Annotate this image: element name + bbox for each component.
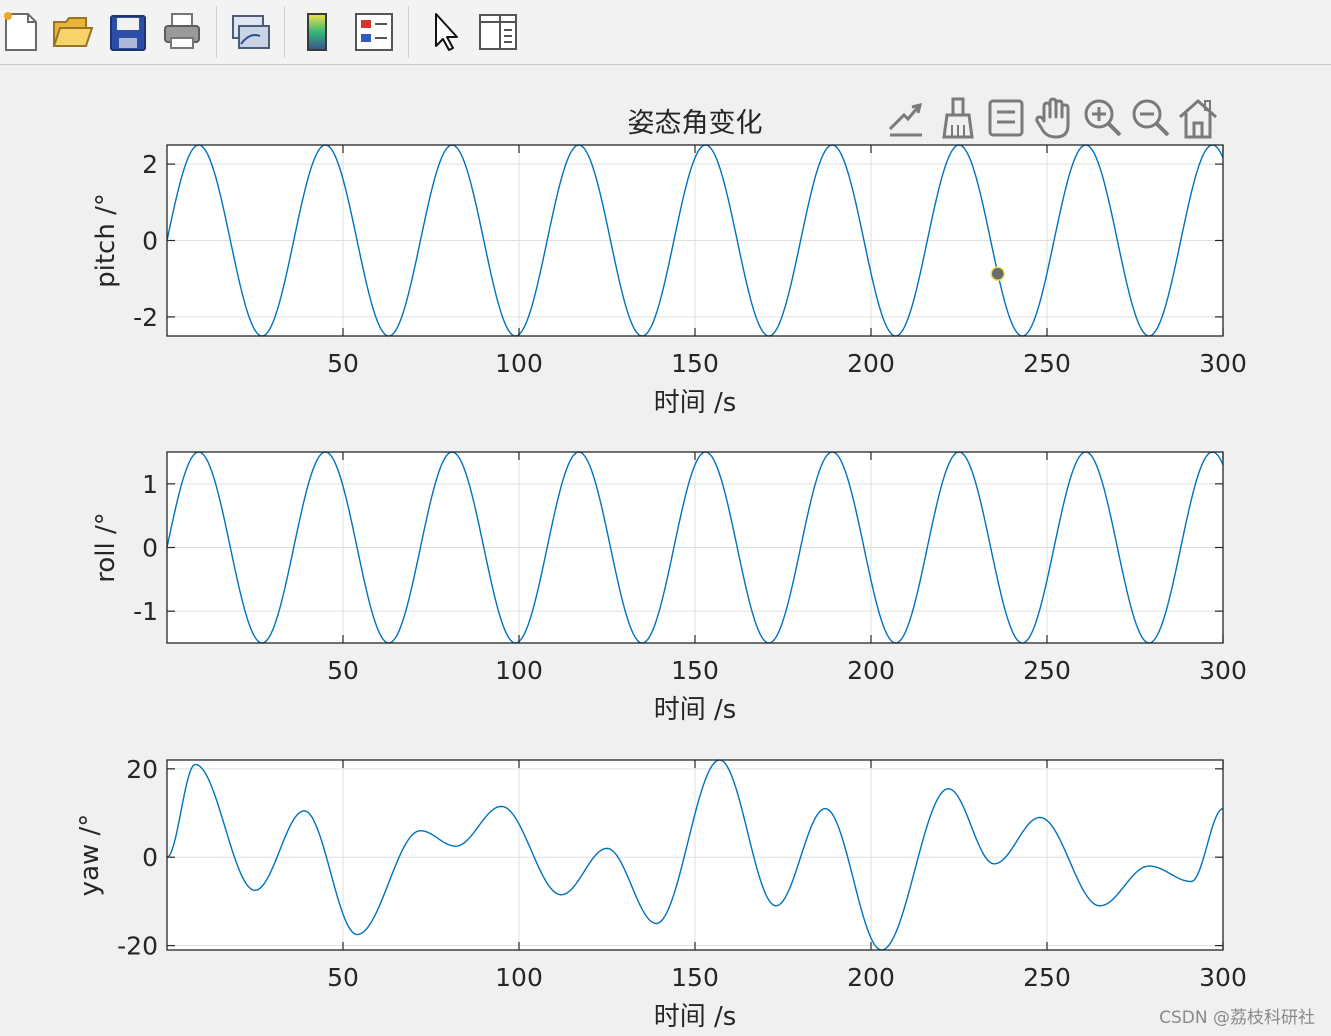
brush-button[interactable] [936, 95, 980, 141]
plot-title: 姿态角变化 [628, 108, 763, 139]
y-tick-label: 1 [142, 470, 158, 499]
pan-hand-icon [1035, 97, 1070, 139]
x-tick-label: 300 [1199, 963, 1247, 992]
x-axis-label: 时间 /s [654, 695, 737, 725]
open-file-icon [52, 17, 94, 47]
x-tick-label: 200 [847, 349, 895, 378]
new-figure-icon [4, 12, 37, 51]
brush-icon [942, 97, 974, 139]
axes-toolbar [884, 95, 1224, 143]
new-figure-button[interactable] [0, 6, 44, 56]
toolbar-separator [408, 6, 409, 58]
y-tick-label: -20 [117, 932, 158, 961]
edit-plot-button[interactable] [424, 6, 468, 56]
x-tick-label: 300 [1199, 656, 1247, 685]
x-tick-label: 50 [327, 349, 359, 378]
zoom-in-button[interactable] [1080, 95, 1124, 141]
x-tick-label: 150 [671, 349, 719, 378]
export-icon [888, 102, 923, 137]
x-axis-label: 时间 /s [654, 1002, 737, 1032]
zoom-out-icon [1132, 99, 1170, 137]
x-tick-label: 250 [1023, 349, 1071, 378]
x-tick-label: 300 [1199, 349, 1247, 378]
y-tick-label: 0 [142, 534, 158, 563]
insert-colorbar-button[interactable] [296, 6, 340, 56]
x-tick-label: 100 [495, 656, 543, 685]
figure-toolbar [0, 0, 1331, 65]
x-tick-label: 100 [495, 349, 543, 378]
x-tick-label: 150 [671, 656, 719, 685]
subplots: 50 100 150 200 250 300-202时间 /spitch /°姿态角变化5… [75, 108, 1247, 1032]
property-inspector-icon [479, 14, 517, 50]
toolbar-separator [216, 6, 217, 58]
export-button[interactable] [884, 95, 928, 141]
y-tick-label: 0 [142, 843, 158, 872]
insert-legend-button[interactable] [352, 6, 396, 56]
x-tick-label: 200 [847, 656, 895, 685]
y-tick-label: -1 [133, 597, 158, 626]
y-tick-label: -2 [133, 303, 158, 332]
restore-view-button[interactable] [1176, 95, 1220, 141]
restore-view-home-icon [1179, 99, 1217, 139]
x-tick-label: 250 [1023, 656, 1071, 685]
print-icon [164, 13, 200, 49]
link-plot-icon [232, 15, 270, 49]
toolbar-separator [284, 6, 285, 58]
x-tick-label: 50 [327, 656, 359, 685]
x-tick-label: 50 [327, 963, 359, 992]
figure-canvas: 50 100 150 200 250 300 -2 0 2 时间 /s pitch /° 姿态角变化 5… [0, 65, 1331, 1036]
legend-icon [355, 13, 393, 51]
y-axis-label: roll /° [91, 512, 121, 583]
save-icon [110, 15, 146, 51]
zoom-out-button[interactable] [1128, 95, 1172, 141]
y-axis-label: yaw /° [75, 814, 105, 897]
save-button[interactable] [106, 6, 150, 56]
data-tip-marker[interactable] [990, 266, 1005, 281]
x-tick-label: 150 [671, 963, 719, 992]
open-file-button[interactable] [50, 6, 94, 56]
x-axis-label: 时间 /s [654, 388, 737, 418]
pan-button[interactable] [1032, 95, 1076, 141]
link-plot-button[interactable] [228, 6, 272, 56]
y-axis-label: pitch /° [91, 193, 121, 288]
x-tick-label: 200 [847, 963, 895, 992]
x-tick-label: 100 [495, 963, 543, 992]
y-tick-label: 20 [126, 755, 158, 784]
data-tips-icon [988, 99, 1024, 137]
watermark: CSDN @荔枝科研社 [1159, 1008, 1315, 1028]
y-tick-label: 2 [142, 150, 158, 179]
data-tips-button[interactable] [984, 95, 1028, 141]
colorbar-icon [307, 13, 327, 51]
zoom-in-icon [1084, 99, 1122, 137]
print-button[interactable] [160, 6, 204, 56]
property-inspector-button[interactable] [476, 6, 520, 56]
x-tick-label: 250 [1023, 963, 1071, 992]
y-tick-label: 0 [142, 227, 158, 256]
edit-plot-arrow-icon [435, 13, 458, 51]
